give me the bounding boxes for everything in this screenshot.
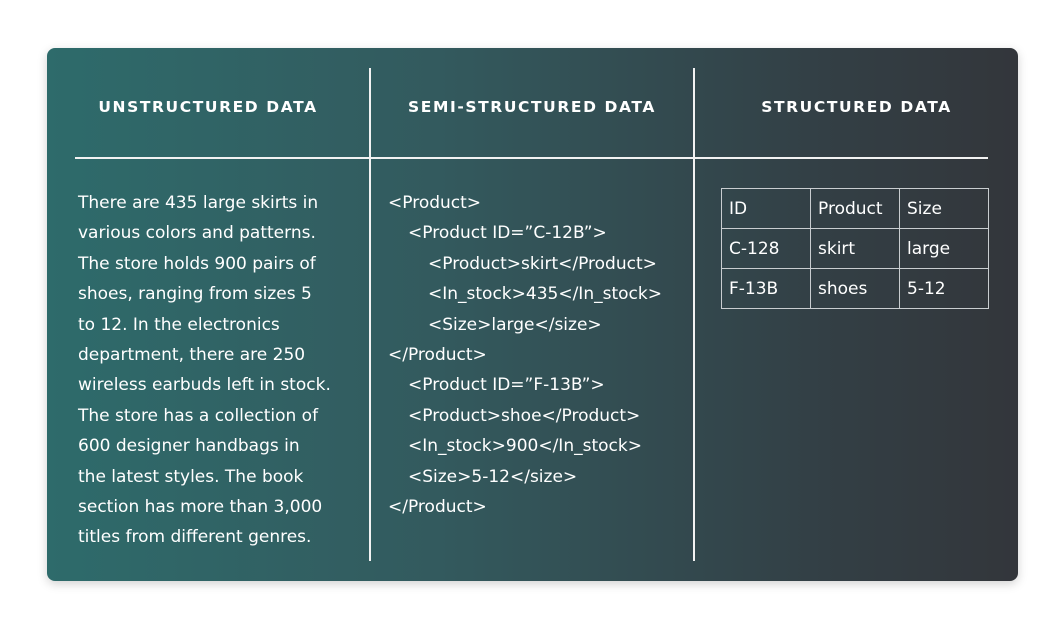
text-line: The store holds 900 pairs of (78, 253, 316, 274)
text-line: titles from different genres. (78, 527, 312, 548)
column-divider (693, 68, 695, 561)
table-cell: F-13B (721, 268, 811, 309)
text-line: department, there are 250 (78, 345, 306, 366)
semi-structured-title: SEMI-STRUCTURED DATA (408, 98, 656, 116)
text-line: various colors and patterns. (78, 223, 316, 244)
semi-structured-code: <Product> <Product ID=”C-12B”> <Product>… (388, 188, 688, 522)
text-line: wireless earbuds left in stock. (78, 375, 331, 396)
table-header-row: ID Product Size (721, 188, 989, 229)
unstructured-title: UNSTRUCTURED DATA (98, 98, 318, 116)
code-line: </Product> (388, 497, 487, 518)
header-cell-id: ID (721, 188, 811, 229)
code-line: <Product> (388, 193, 482, 213)
header-cell-size: Size (899, 188, 989, 229)
table-row: C-128 skirt large (721, 228, 989, 269)
unstructured-text: There are 435 large skirts in various co… (78, 188, 363, 553)
text-line: There are 435 large skirts in (78, 193, 319, 213)
header-cell-product: Product (810, 188, 900, 229)
table-cell: skirt (810, 228, 900, 269)
code-line: <Product>skirt</Product> (428, 253, 657, 274)
text-line: The store has a collection of (78, 405, 319, 426)
table-cell: shoes (810, 268, 900, 309)
code-line: <Product ID=”C-12B”> (408, 223, 607, 244)
text-line: 600 designer handbags in (78, 436, 300, 457)
structured-table: ID Product Size C-128 skirt large F-13B … (721, 188, 989, 309)
code-line: <Product ID=”F-13B”> (408, 375, 605, 396)
code-line: <In_stock>435</In_stock> (428, 284, 662, 305)
structured-title: STRUCTURED DATA (761, 98, 952, 116)
text-line: section has more than 3,000 (78, 497, 323, 518)
code-line: <Product>shoe</Product> (408, 405, 641, 426)
code-line: <Size>large</size> (428, 314, 602, 335)
text-line: the latest styles. The book (78, 466, 304, 487)
header-divider (75, 157, 988, 159)
table-row: F-13B shoes 5-12 (721, 268, 989, 309)
table-cell: large (899, 228, 989, 269)
code-line: <Size>5-12</size> (408, 466, 578, 487)
code-line: <In_stock>900</In_stock> (408, 436, 642, 457)
table-cell: C-128 (721, 228, 811, 269)
text-line: shoes, ranging from sizes 5 (78, 284, 312, 305)
code-line: </Product> (388, 345, 487, 366)
text-line: to 12. In the electronics (78, 314, 280, 335)
table-cell: 5-12 (899, 268, 989, 309)
column-divider (369, 68, 371, 561)
data-types-card: UNSTRUCTURED DATA SEMI-STRUCTURED DATA S… (47, 48, 1018, 581)
